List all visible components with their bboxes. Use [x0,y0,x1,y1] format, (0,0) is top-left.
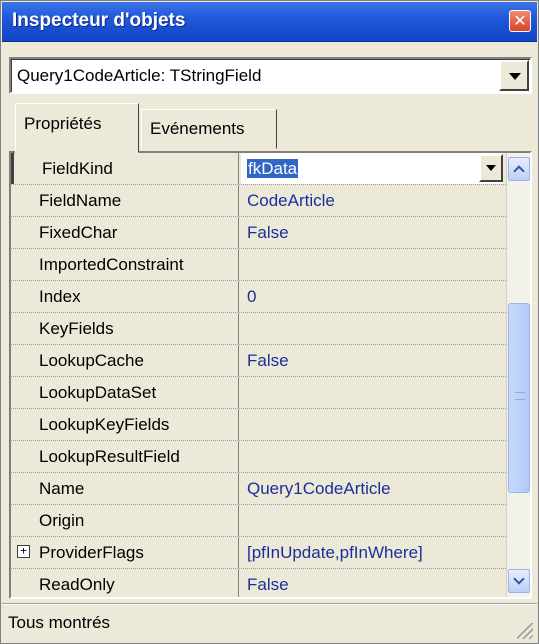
property-value[interactable]: Query1CodeArticle [241,473,503,504]
property-name: LookupDataSet [11,377,239,408]
scroll-up-button[interactable] [508,157,530,181]
status-text: Tous montrés [8,613,111,632]
property-row-keyfields[interactable]: KeyFields [11,313,506,345]
property-name: FieldName [11,185,239,216]
property-row-lookupresultfield[interactable]: LookupResultField [11,441,506,473]
grip-lines-icon [515,392,525,400]
property-row-index[interactable]: Index 0 [11,281,506,313]
property-row-origin[interactable]: Origin [11,505,506,537]
property-row-fieldkind[interactable]: FieldKind fkData [11,153,506,185]
property-dropdown-button[interactable] [479,154,503,182]
property-row-fixedchar[interactable]: FixedChar False [11,217,506,249]
object-selector-dropdown-button[interactable] [499,60,529,91]
object-selector-combo[interactable]: Query1CodeArticle: TStringField [9,57,532,94]
object-selector-value: Query1CodeArticle: TStringField [17,66,262,85]
object-inspector-window: Inspecteur d'objets ✕ Query1CodeArticle:… [0,0,539,644]
property-name: KeyFields [11,313,239,344]
tab-events-label: Evénements [150,119,245,138]
chevron-down-icon [509,73,521,80]
scroll-down-button[interactable] [508,569,530,593]
close-button[interactable]: ✕ [509,10,531,32]
chevron-up-icon [513,165,525,177]
property-row-lookupkeyfields[interactable]: LookupKeyFields [11,409,506,441]
property-name: Index [11,281,239,312]
property-row-name[interactable]: Name Query1CodeArticle [11,473,506,505]
property-value[interactable]: fkData [247,159,299,178]
property-name: LookupCache [11,345,239,376]
property-value[interactable] [241,377,503,408]
window-title: Inspecteur d'objets [12,10,186,31]
property-row-lookupdataset[interactable]: LookupDataSet [11,377,506,409]
close-icon: ✕ [513,11,527,30]
property-row-readonly[interactable]: ReadOnly False [11,569,506,597]
property-value[interactable]: CodeArticle [241,185,503,216]
property-name: ReadOnly [11,569,239,597]
property-value[interactable]: 0 [241,281,503,312]
scrollbar-thumb[interactable] [508,303,530,493]
chevron-down-icon [513,573,525,585]
property-name: Name [11,473,239,504]
tab-properties[interactable]: Propriétés [15,103,139,153]
chevron-down-icon [486,165,496,171]
property-name: LookupKeyFields [11,409,239,440]
property-row-fieldname[interactable]: FieldName CodeArticle [11,185,506,217]
property-value[interactable]: [pfInUpdate,pfInWhere] [241,537,503,568]
property-value[interactable]: False [241,569,503,597]
property-name: ImportedConstraint [11,249,239,280]
property-name: Origin [11,505,239,536]
status-divider [2,604,537,605]
property-row-lookupcache[interactable]: LookupCache False [11,345,506,377]
property-value[interactable]: False [241,217,503,248]
property-value-editor[interactable]: fkData [241,153,503,184]
resize-grip-icon[interactable] [517,623,533,639]
property-name: ProviderFlags [11,537,239,568]
property-grid: FieldKind fkData FieldName CodeArticle F… [9,151,532,599]
property-value[interactable] [241,313,503,344]
tab-strip: Propriétés Evénements [15,103,535,153]
tab-events[interactable]: Evénements [141,109,277,149]
property-value[interactable]: False [241,345,503,376]
status-bar: Tous montrés [2,603,537,643]
tab-properties-label: Propriétés [24,114,102,133]
property-name: FixedChar [11,217,239,248]
property-value[interactable] [241,409,503,440]
property-value[interactable] [241,441,503,472]
vertical-scrollbar[interactable] [506,153,530,597]
property-value[interactable] [241,249,503,280]
property-value[interactable] [241,505,503,536]
property-name: FieldKind [11,153,239,184]
title-bar[interactable]: Inspecteur d'objets ✕ [2,2,537,42]
property-row-importedconstraint[interactable]: ImportedConstraint [11,249,506,281]
property-name: LookupResultField [11,441,239,472]
property-row-providerflags[interactable]: + ProviderFlags [pfInUpdate,pfInWhere] [11,537,506,569]
